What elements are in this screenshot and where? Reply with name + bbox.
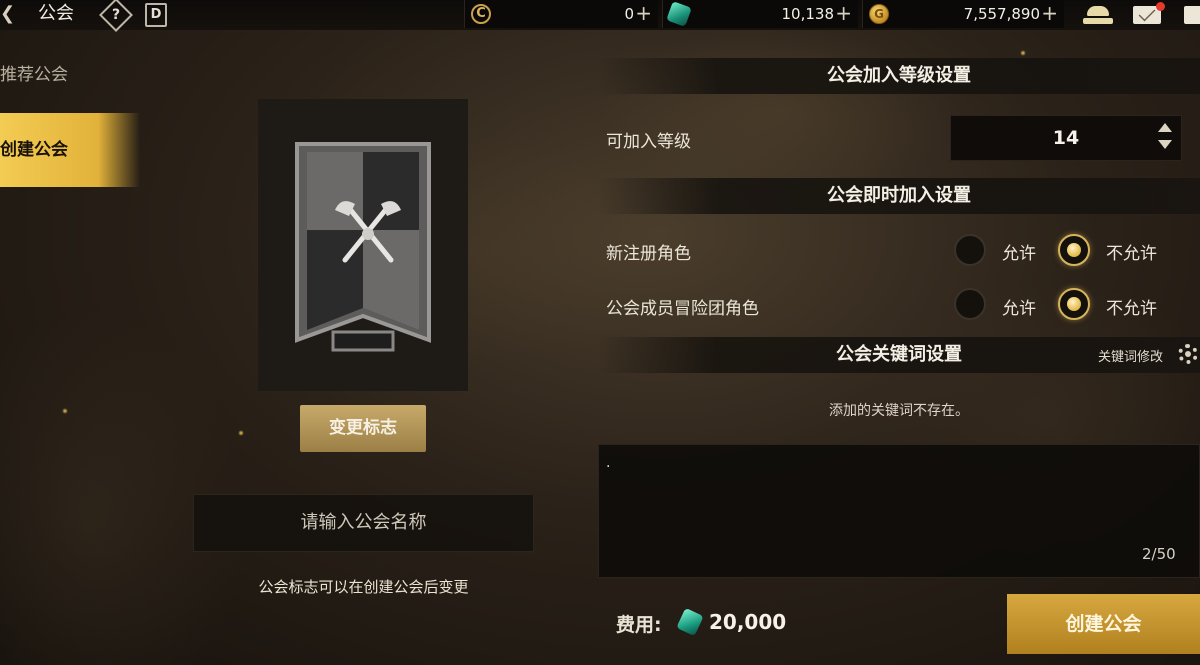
- sidebar-item-recommended-guild[interactable]: 推荐公会: [0, 52, 140, 98]
- level-label: 可加入等级: [606, 132, 691, 152]
- gem-value: 10,138: [781, 5, 835, 23]
- sparkle: [62, 408, 68, 414]
- currency-gem: 10,138 +: [662, 0, 858, 28]
- back-icon[interactable]: ❮: [0, 2, 26, 26]
- cooking-pot-icon[interactable]: [1083, 4, 1113, 26]
- level-section-header: 公会加入等级设置: [598, 58, 1200, 94]
- allow-label: 允许: [1002, 299, 1036, 319]
- deny-label: 不允许: [1106, 244, 1157, 264]
- instant-section-header: 公会即时加入设置: [598, 178, 1200, 214]
- currency-gold: G 7,557,890 +: [862, 0, 1064, 28]
- cost-value: 20,000: [709, 610, 787, 634]
- top-bar: ❮ 公会 ? D C 0 + 10,138 + G 7,557,890 +: [0, 0, 1200, 32]
- gold-icon: G: [869, 4, 889, 24]
- emblem-hint: 公会标志可以在创建公会后变更: [258, 578, 469, 596]
- adventure-team-deny-radio[interactable]: [1058, 288, 1090, 320]
- adventure-team-label: 公会成员冒险团角色: [606, 299, 759, 319]
- coin-value: 0: [624, 5, 634, 23]
- sparkle: [1020, 50, 1026, 56]
- add-coin-button[interactable]: +: [635, 3, 652, 23]
- page-title: 公会: [38, 3, 74, 24]
- gem-icon: [676, 607, 704, 637]
- add-gem-button[interactable]: +: [835, 3, 852, 23]
- notification-dot: [1156, 2, 1165, 11]
- sidebar-item-create-guild[interactable]: 创建公会: [0, 113, 140, 187]
- adventure-team-allow-radio[interactable]: [954, 288, 986, 320]
- new-character-deny-radio[interactable]: [1058, 234, 1090, 266]
- keyword-empty-text: 添加的关键词不存在。: [829, 403, 969, 419]
- cost-label: 费用:: [616, 614, 662, 636]
- keyword-edit-button[interactable]: 关键词修改: [1098, 346, 1163, 365]
- coin-icon: C: [471, 4, 491, 24]
- decrease-arrow-icon[interactable]: [1158, 140, 1172, 149]
- help-icon[interactable]: ?: [99, 0, 133, 32]
- guild-banner-icon: [295, 142, 431, 352]
- add-gold-button[interactable]: +: [1041, 3, 1058, 23]
- gear-icon[interactable]: [1178, 344, 1198, 364]
- deny-label: 不允许: [1106, 299, 1157, 319]
- change-emblem-button[interactable]: 变更标志: [300, 405, 426, 452]
- currency-coin: C 0 +: [464, 0, 658, 28]
- keyword-text: .: [606, 455, 611, 471]
- gem-icon: [666, 1, 692, 27]
- calendar-icon[interactable]: D: [145, 3, 167, 27]
- keyword-textarea[interactable]: [598, 444, 1200, 578]
- level-stepper[interactable]: 14: [950, 115, 1182, 161]
- new-character-allow-radio[interactable]: [954, 234, 986, 266]
- increase-arrow-icon[interactable]: [1158, 123, 1172, 132]
- new-character-label: 新注册角色: [606, 244, 691, 264]
- gold-value: 7,557,890: [963, 5, 1040, 23]
- guild-name-input[interactable]: 请输入公会名称: [193, 494, 534, 552]
- create-guild-button[interactable]: 创建公会: [1007, 594, 1200, 654]
- keyword-counter: 2/50: [1142, 545, 1176, 563]
- allow-label: 允许: [1002, 244, 1036, 264]
- sparkle: [238, 430, 244, 436]
- menu-icon[interactable]: [1184, 6, 1200, 24]
